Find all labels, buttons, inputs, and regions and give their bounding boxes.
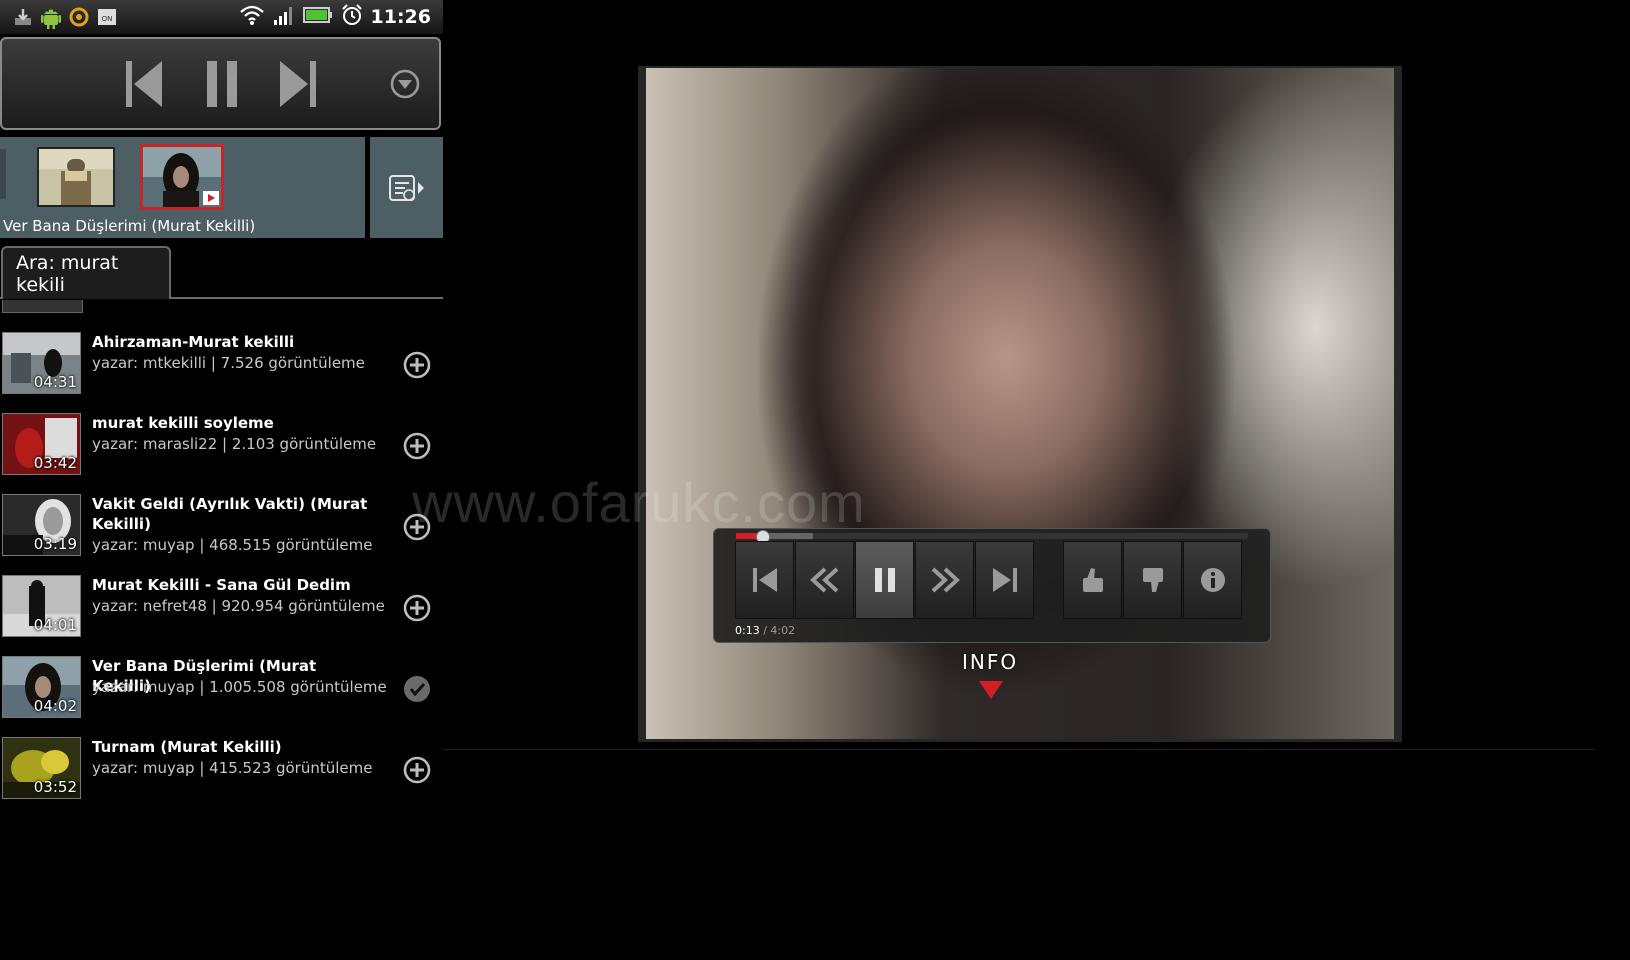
next-icon [280,61,316,107]
video-title: Ahirzaman-Murat kekilli [92,333,295,351]
on-badge-text: ON [102,15,113,23]
video-controls: 0:13 / 4:02 [713,528,1271,643]
added-to-queue-indicator[interactable] [403,675,431,703]
info-button[interactable] [1183,541,1242,619]
duration: 04:31 [33,373,77,391]
rewind-icon [809,567,838,593]
previous-button[interactable] [114,53,174,115]
list-item[interactable]: 03:52 Turnam (Murat Kekilli) yazar: muya… [0,737,443,818]
video-title: Turnam (Murat Kekilli) [92,738,282,756]
info-toggle[interactable]: INFO [962,650,1018,674]
seek-bar[interactable] [736,530,1248,544]
video-thumbnail: 03:42 [2,413,81,475]
video-meta: yazar: muyap | 1.005.508 görüntüleme [92,678,387,696]
fast-forward-button[interactable] [915,541,974,619]
divider-line [443,749,1595,750]
video-thumbnail: 04:31 [2,332,81,394]
video-meta: yazar: nefret48 | 920.954 görüntüleme [92,597,385,615]
video-meta: yazar: marasli22 | 2.103 görüntüleme [92,435,377,453]
clock: 11:26 [370,6,431,28]
on-badge-icon: ON [96,6,118,28]
queue-thumbnail-2[interactable] [140,144,224,210]
skip-next-button[interactable] [975,541,1034,619]
dislike-button[interactable] [1123,541,1182,619]
add-to-queue-button[interactable] [403,432,431,460]
like-button[interactable] [1063,541,1122,619]
tab-search[interactable]: Ara: murat kekili [1,246,171,299]
add-to-queue-button[interactable] [403,594,431,622]
dropdown-button[interactable] [375,53,435,115]
mini-player-bar [0,37,441,130]
list-item[interactable]: 04:31 Ahirzaman-Murat kekilli yazar: mtk… [0,332,443,413]
thumbs-down-icon [1142,568,1163,592]
duration: 04:01 [33,616,77,634]
video-thumbnail: 04:02 [2,656,81,718]
results-list[interactable]: 04:31 Ahirzaman-Murat kekilli yazar: mtk… [0,300,443,820]
video-title: Murat Kekilli - Sana Gül Dedim [92,576,351,594]
signal-icon [273,5,295,29]
sync-icon [68,6,90,28]
pause-icon [874,568,895,592]
video-meta: yazar: muyap | 468.515 görüntüleme [92,536,373,554]
info-icon [1200,568,1225,592]
checkmark-icon [404,676,430,702]
list-item[interactable]: 04:02 Ver Bana Düşlerimi (Murat Kekilli)… [0,656,443,737]
pause-button-overlay[interactable] [855,541,914,619]
pause-icon [207,61,237,107]
skip-previous-button[interactable] [735,541,794,619]
duration: 03:19 [33,535,77,553]
playback-time: 0:13 / 4:02 [735,624,795,637]
watermark: www.ofarukc.com [412,471,866,534]
add-icon [403,756,431,784]
elapsed-time: 0:13 [735,624,760,637]
add-icon [403,351,431,379]
duration: 03:52 [33,778,77,796]
alarm-icon [341,4,363,30]
time-separator: / [763,624,767,637]
now-playing-icon [203,191,219,205]
video-thumbnail: 04:01 [2,575,81,637]
pause-button[interactable] [192,53,252,115]
fast-forward-icon [931,567,960,593]
previous-icon [126,61,162,107]
video-meta: yazar: mtkekilli | 7.526 görüntüleme [92,354,365,372]
status-bar: ON 11:26 [0,0,443,34]
skip-next-icon [992,568,1017,592]
video-title: murat kekilli soyleme [92,414,274,432]
list-item[interactable]: 03:19 Vakit Geldi (Ayrılık Vakti) (Murat… [0,494,443,575]
partial-list-item [2,300,83,313]
list-item[interactable]: 03:42 murat kekilli soyleme yazar: maras… [0,413,443,494]
rewind-button[interactable] [795,541,854,619]
add-icon [403,594,431,622]
list-item[interactable]: 04:01 Murat Kekilli - Sana Gül Dedim yaz… [0,575,443,656]
add-to-queue-button[interactable] [403,351,431,379]
add-to-queue-button[interactable] [403,756,431,784]
queue-thumbnail-1[interactable] [37,147,115,207]
download-icon [12,6,34,28]
playlist-icon [388,174,424,201]
video-thumbnail: 03:19 [2,494,81,556]
wifi-icon [239,4,265,30]
add-icon [403,432,431,460]
video-meta: yazar: muyap | 415.523 görüntüleme [92,759,373,777]
next-button[interactable] [268,53,328,115]
queue-list-button[interactable] [370,137,443,238]
skip-previous-icon [752,568,777,592]
now-playing-title: Ver Bana Düşlerimi (Murat Kekilli) [3,217,256,235]
info-arrow-icon[interactable] [978,680,1004,700]
video-thumbnail: 03:52 [2,737,81,799]
queue-scroll-edge [0,149,6,199]
thumbs-up-icon [1082,568,1103,592]
playlist-queue: Ver Bana Düşlerimi (Murat Kekilli) [0,137,365,238]
video-title: Vakit Geldi (Ayrılık Vakti) (Murat Kekil… [92,495,368,533]
total-time: 4:02 [770,624,796,637]
battery-icon [302,6,333,28]
duration: 04:02 [33,697,77,715]
duration: 03:42 [33,454,77,472]
android-icon [40,6,62,29]
dropdown-icon [390,69,420,99]
